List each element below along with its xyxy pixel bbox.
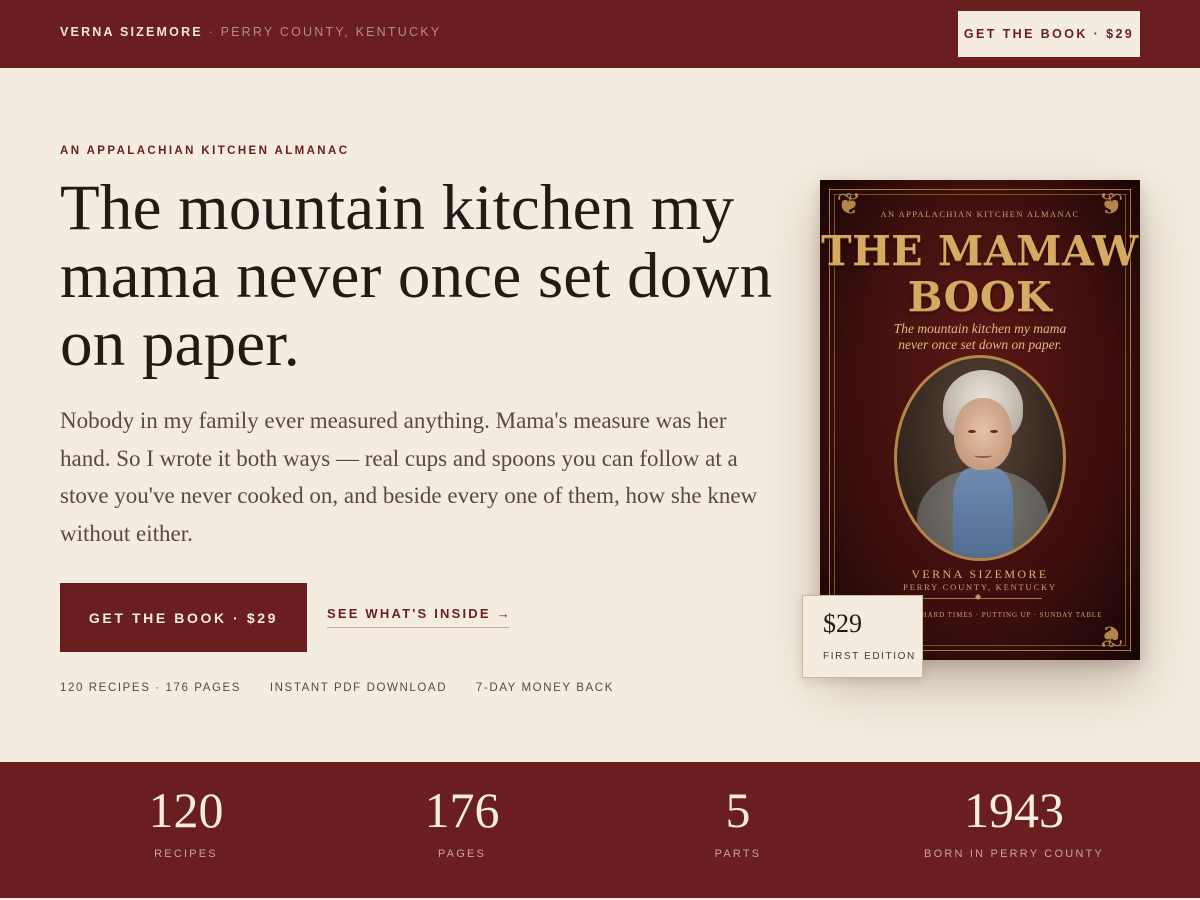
cover-subtitle: The mountain kitchen my mama never once … [820,321,1140,353]
cover-title-line: THE MAMAW [821,227,1139,275]
price-tag: $29 FIRST EDITION [802,595,923,678]
corner-ornament-icon: ❦ [1098,618,1124,653]
feature-list: 120 RECIPES · 176 PAGES INSTANT PDF DOWN… [60,682,638,694]
feature-item: 7-DAY MONEY BACK [475,682,614,694]
cover-subtitle-line: never once set down on paper. [898,337,1062,352]
hero-headline: The mountain kitchen my mama never once … [60,172,773,380]
cover-subtitle-line: The mountain kitchen my mama [893,321,1067,336]
see-inside-link[interactable]: SEE WHAT'S INSIDE → [327,606,510,628]
see-inside-label: SEE WHAT'S INSIDE [327,606,491,621]
stat-value: 176 [424,782,500,838]
arrow-right-icon: → [496,606,510,621]
cover-title-line: BOOK [907,273,1053,321]
stat-label: PAGES [437,848,487,860]
cover-place: PERRY COUNTY, KENTUCKY [903,582,1057,592]
stat-label: BORN IN PERRY COUNTY [924,848,1104,860]
cover-eyebrow: AN APPALACHIAN KITCHEN ALMANAC [880,209,1080,219]
brand-author: VERNA SIZEMORE [60,25,203,39]
feature-item: INSTANT PDF DOWNLOAD [269,682,448,694]
stat-parts: 5 PARTS [600,762,876,898]
hero-eyebrow: AN APPALACHIAN KITCHEN ALMANAC [60,145,350,157]
stats-band: 120 RECIPES 176 PAGES 5 PARTS 1943 BORN … [0,762,1200,898]
cover-divider [918,592,1042,601]
stat-value: 5 [725,782,751,838]
cover-title: THE MAMAW BOOK [820,228,1140,320]
stat-born: 1943 BORN IN PERRY COUNTY [876,762,1152,898]
stat-value: 120 [148,782,224,838]
site-brand[interactable]: VERNA SIZEMORE · PERRY COUNTY, KENTUCKY [60,25,441,39]
stat-value: 1943 [964,782,1064,838]
stat-recipes: 120 RECIPES [48,762,324,898]
hero-lede: Nobody in my family ever measured anythi… [60,408,758,546]
book-cover-image: ❦ ❦ ❦ ❦ AN APPALACHIAN KITCHEN ALMANAC T… [820,180,1140,660]
feature-item: 120 RECIPES · 176 PAGES [60,682,242,694]
price-amount: $29 [823,609,862,638]
stat-pages: 176 PAGES [324,762,600,898]
get-book-button[interactable]: GET THE BOOK · $29 [60,583,307,652]
nav-get-book-button[interactable]: GET THE BOOK · $29 [958,11,1140,57]
stat-label: PARTS [714,848,762,860]
stat-label: RECIPES [154,848,218,860]
cover-author: VERNA SIZEMORE [911,567,1049,581]
top-nav-bar: VERNA SIZEMORE · PERRY COUNTY, KENTUCKY … [0,0,1200,68]
brand-separator: · [208,25,215,39]
brand-place: PERRY COUNTY, KENTUCKY [220,25,442,39]
price-edition: FIRST EDITION [823,651,916,662]
grandmother-portrait [894,355,1066,561]
